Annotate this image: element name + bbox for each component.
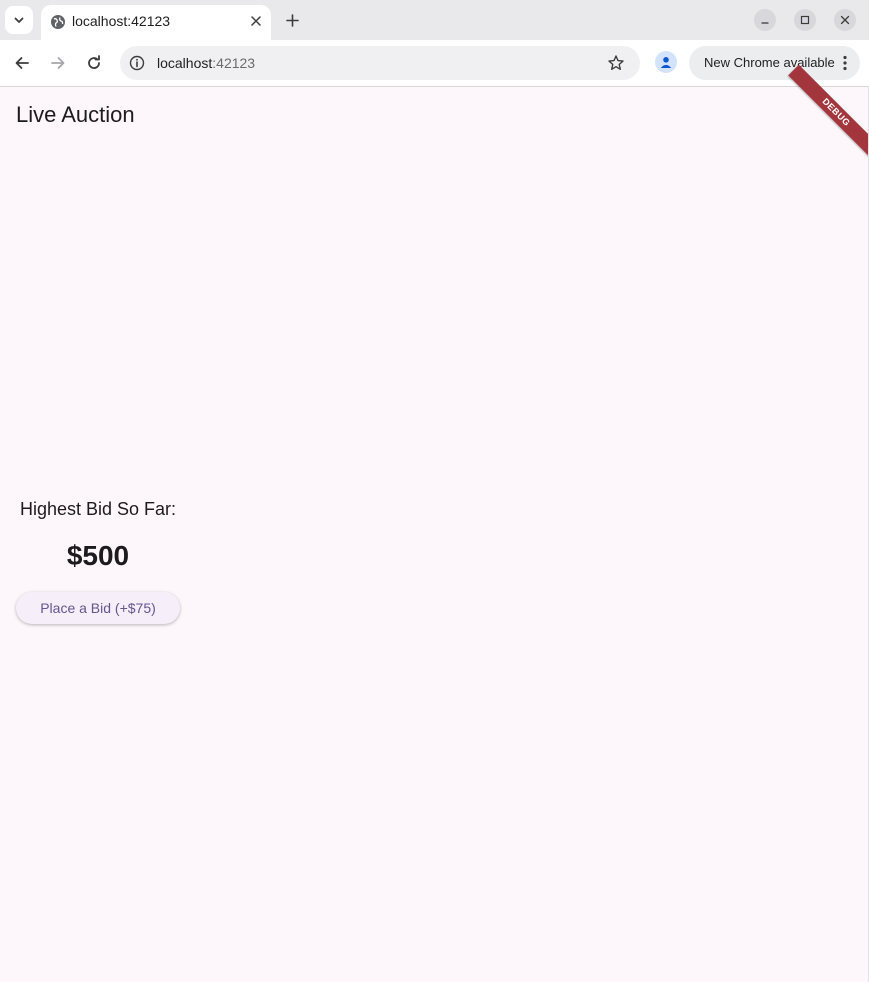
place-bid-button[interactable]: Place a Bid (+$75) — [16, 592, 180, 624]
url-port: :42123 — [212, 55, 256, 71]
plus-icon — [285, 13, 299, 27]
back-arrow-icon — [15, 57, 29, 69]
close-icon — [840, 15, 850, 25]
kebab-menu-icon[interactable] — [839, 55, 851, 71]
chrome-update-label: New Chrome available — [704, 55, 835, 70]
back-button[interactable] — [10, 51, 34, 75]
reload-icon — [88, 55, 100, 69]
url-host: localhost — [157, 55, 213, 71]
maximize-button[interactable] — [794, 9, 816, 31]
reload-button[interactable] — [82, 51, 106, 75]
url-text[interactable]: localhost:42123 — [157, 54, 255, 72]
tab-search-button[interactable] — [5, 6, 33, 34]
info-icon[interactable] — [129, 55, 145, 71]
bid-panel: Highest Bid So Far: $500 Place a Bid (+$… — [16, 496, 180, 624]
address-bar[interactable]: localhost:42123 — [120, 46, 640, 80]
tab-strip: localhost:42123 — [0, 0, 869, 40]
page-title: Live Auction — [16, 102, 135, 127]
globe-icon — [51, 15, 65, 29]
new-tab-button[interactable] — [281, 9, 303, 31]
highest-bid-label: Highest Bid So Far: — [19, 499, 177, 519]
profile-button[interactable] — [655, 51, 677, 73]
close-icon — [251, 16, 261, 26]
browser-tab[interactable]: localhost:42123 — [41, 5, 271, 40]
browser-window: localhost:42123 localhost:42123 New Chro… — [0, 0, 869, 982]
chevron-down-icon — [14, 17, 24, 23]
maximize-icon — [800, 15, 810, 25]
tab-title: localhost:42123 — [72, 13, 171, 29]
minimize-icon — [761, 22, 769, 24]
chrome-update-button[interactable]: New Chrome available — [689, 46, 860, 80]
forward-button[interactable] — [46, 51, 70, 75]
highest-bid-amount: $500 — [66, 540, 130, 571]
profile-icon — [660, 57, 672, 68]
app-page: Live Auction DEBUG Highest Bid So Far: $… — [0, 64, 869, 982]
forward-arrow-icon — [51, 57, 65, 69]
close-window-button[interactable] — [834, 9, 856, 31]
tab-close-button[interactable] — [248, 13, 264, 29]
minimize-button[interactable] — [754, 9, 776, 31]
star-icon[interactable] — [607, 54, 625, 72]
